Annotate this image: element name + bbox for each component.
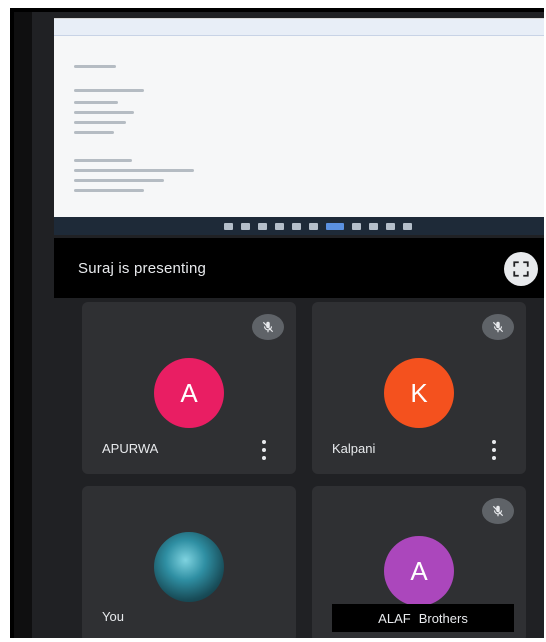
mic-off-icon xyxy=(492,505,504,517)
participant-name: APURWA xyxy=(102,441,159,456)
mic-off-icon xyxy=(262,321,274,333)
taskbar-app-icon xyxy=(403,222,412,230)
presenting-label: Suraj is presenting xyxy=(78,259,207,277)
share-text-line xyxy=(74,179,164,182)
share-text-line xyxy=(74,189,144,192)
more-options-button[interactable] xyxy=(490,440,498,460)
participant-name: You xyxy=(102,609,124,624)
mic-off-icon xyxy=(492,321,504,333)
share-text-line xyxy=(74,131,114,134)
avatar-initial: A xyxy=(180,377,198,408)
mic-muted-indicator xyxy=(482,314,514,340)
avatar-initial: A xyxy=(410,555,428,586)
share-text-line xyxy=(74,111,134,114)
more-options-button[interactable] xyxy=(260,440,268,460)
taskbar-app-icon xyxy=(386,222,395,230)
taskbar-app-icon xyxy=(224,222,233,230)
participant-tile[interactable]: K Kalpani xyxy=(312,302,526,474)
avatar: A xyxy=(384,536,454,606)
share-text-line xyxy=(74,121,126,124)
presenting-banner: Suraj is presenting xyxy=(54,238,544,298)
participant-tile[interactable]: A APURWA xyxy=(82,302,296,474)
participant-name: Kalpani xyxy=(332,441,376,456)
meeting-window: Suraj is presenting A APURWA K Kalpani Y… xyxy=(10,8,544,638)
avatar-initial: K xyxy=(410,377,428,408)
more-vert-icon xyxy=(262,440,266,444)
share-text-line xyxy=(74,159,132,162)
caption-right: Brothers xyxy=(418,610,468,626)
mic-muted-indicator xyxy=(252,314,284,340)
taskbar-app-icon xyxy=(352,222,361,230)
mic-muted-indicator xyxy=(482,498,514,524)
caption-left: ALAF xyxy=(378,610,411,626)
participant-tile[interactable]: You xyxy=(82,486,296,638)
shared-taskbar xyxy=(54,217,544,235)
taskbar-app-icon xyxy=(241,222,250,230)
left-edge xyxy=(14,12,32,638)
share-text-line xyxy=(74,65,116,68)
taskbar-app-icon xyxy=(275,222,284,230)
taskbar-app-icon xyxy=(369,222,378,230)
share-window-titlebar xyxy=(54,19,544,36)
avatar: K xyxy=(384,358,454,428)
avatar: A xyxy=(154,358,224,428)
taskbar-app-icon xyxy=(258,222,267,230)
taskbar-app-icon xyxy=(292,222,301,230)
more-vert-icon xyxy=(492,440,496,444)
fullscreen-button[interactable] xyxy=(504,252,538,286)
taskbar-active-app-icon xyxy=(326,222,344,230)
avatar-photo xyxy=(154,532,224,602)
share-text-line xyxy=(74,89,144,92)
screen-share-preview[interactable] xyxy=(54,18,544,226)
name-caption-bar: ALAF Brothers xyxy=(332,604,514,632)
fullscreen-icon xyxy=(513,261,529,277)
taskbar-app-icon xyxy=(309,222,318,230)
share-text-line xyxy=(74,169,194,172)
share-text-line xyxy=(74,101,118,104)
